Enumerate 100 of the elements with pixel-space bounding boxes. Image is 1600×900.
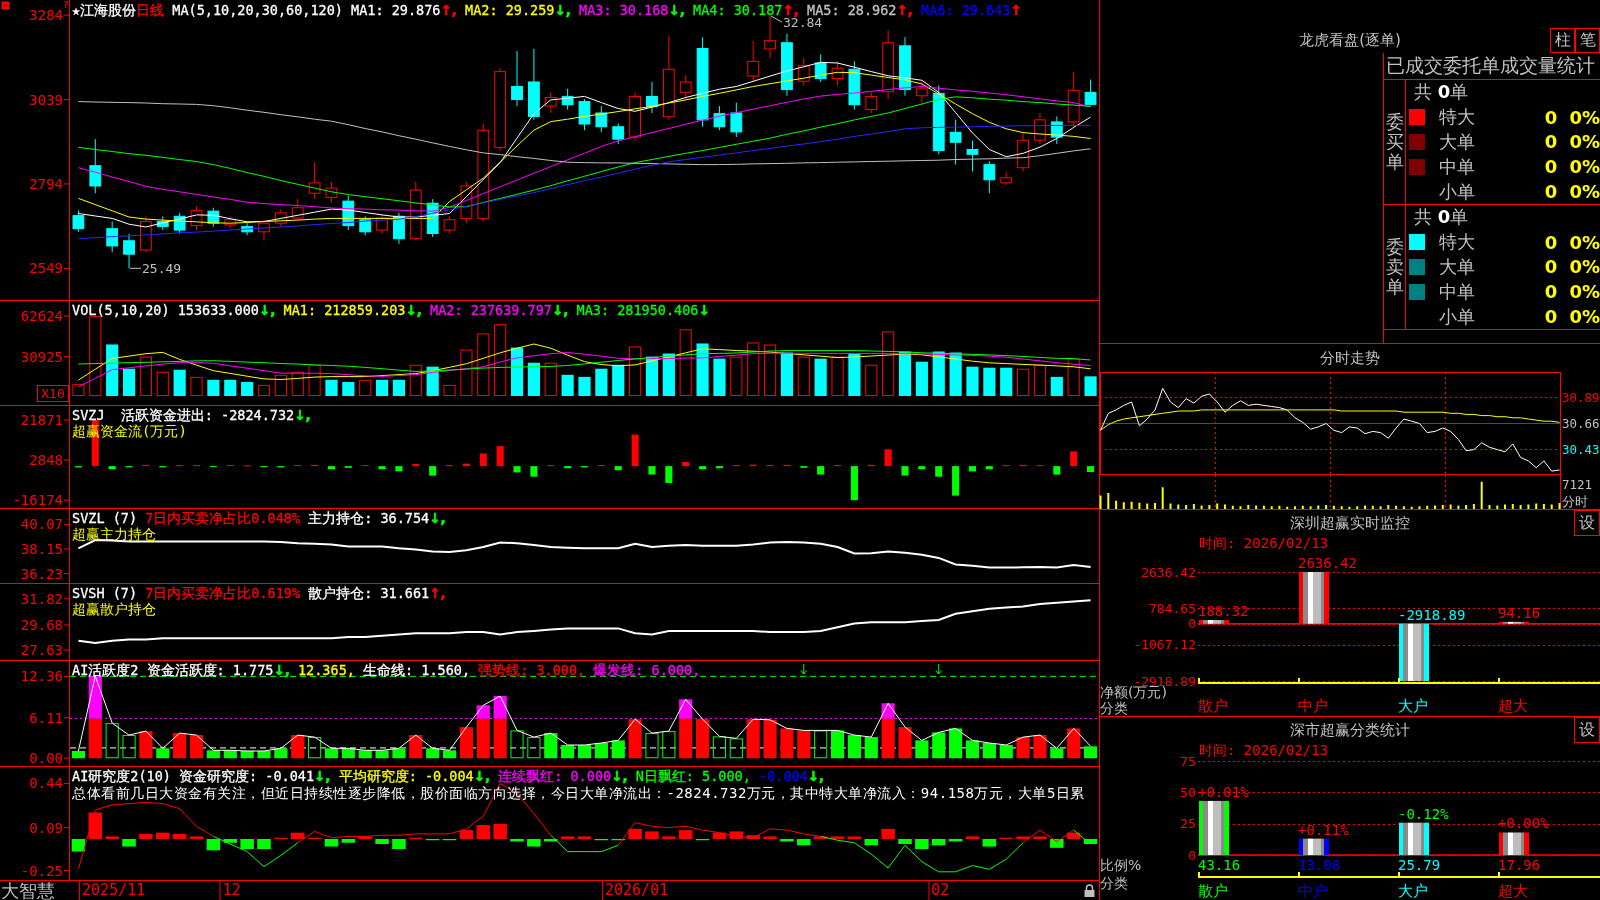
axis-label: 6.11 (29, 709, 63, 726)
order-percent: 0% (1569, 181, 1600, 203)
leader-line (129, 267, 142, 269)
category-label: 大户 (1398, 882, 1428, 900)
indicator-legend: ↓, (258, 302, 276, 318)
order-count: 0 (1544, 306, 1558, 328)
axis-label: 25 (1180, 816, 1196, 832)
candle (966, 140, 979, 173)
indicator-title: 超赢散户持仓 (72, 601, 156, 617)
side-label: 委买单 (1385, 112, 1404, 172)
value-label: 13.08 (1298, 857, 1341, 873)
candle (1050, 115, 1063, 145)
axis-label: 50 (1180, 784, 1196, 800)
order-size-label: 大单 (1439, 130, 1475, 154)
view-mode-button[interactable]: 柱 (1550, 28, 1575, 53)
order-count: 0 (1544, 231, 1558, 253)
candle (781, 33, 793, 97)
side-label: 委卖单 (1385, 237, 1404, 297)
axis-label: 40.07 (20, 516, 63, 533)
value-label: 25.79 (1398, 857, 1441, 873)
candle (1034, 112, 1046, 145)
indicator-legend: N日飘红: 5.000, (627, 768, 751, 784)
indicator-legend: AI活跃度2 资金活跃度: 1.775 (72, 662, 274, 678)
indicator-legend: ↓, (807, 768, 825, 784)
order-count: 0 (1544, 106, 1558, 128)
axis-label: 38.15 (20, 540, 63, 557)
volume-caption: 分时 (1562, 493, 1588, 509)
candle (814, 53, 827, 83)
indicator-legend: MA1: 212859.203 (275, 302, 406, 318)
candle (1067, 71, 1080, 128)
indicator-legend: 爆发线: 6.000, (585, 662, 701, 678)
change-label: -0.12% (1398, 805, 1449, 822)
axis-label: 12.36 (20, 668, 63, 685)
indicator-legend: ↓, (473, 768, 491, 784)
indicator-legend: MA3: 30.168 (570, 2, 669, 18)
axis-label: 0.00 (29, 750, 63, 767)
view-mode-button[interactable]: 笔 (1575, 28, 1600, 53)
order-size-label: 特大 (1439, 105, 1475, 130)
order-count: 0 (1544, 156, 1558, 178)
date-label: 2025/11 (79, 881, 146, 900)
value-label: 2636.42 (1298, 555, 1357, 571)
candle (1017, 133, 1029, 173)
axis-label: 0.09 (29, 819, 63, 836)
indicator-legend: SVZJ 活跃资金进出: -2824.732 (72, 407, 295, 423)
candle (1000, 171, 1013, 186)
axis-label: 30.66 (1562, 416, 1600, 431)
axis-label: 3039 (29, 91, 63, 108)
order-percent: 0% (1569, 256, 1600, 278)
change-label: +0.11% (1298, 821, 1349, 838)
indicator-legend: MA5: 28.962 (798, 2, 897, 18)
candle (443, 215, 456, 234)
category-label: 中户 (1298, 882, 1328, 900)
order-total: 共 0单 (1413, 205, 1469, 230)
candle (764, 14, 776, 59)
category-label: 中户 (1298, 697, 1328, 715)
unit-multiplier: X10 (37, 385, 69, 402)
settings-button[interactable]: 设 (1574, 717, 1600, 743)
value-label: 17.96 (1498, 857, 1541, 873)
candle (679, 74, 692, 100)
axis-title: 分类 (1100, 875, 1128, 891)
date-label: 12 (219, 881, 241, 900)
candle (747, 40, 760, 83)
indicator-legend: 7日内买卖净占比0.619% (145, 585, 301, 601)
settings-button[interactable]: 设 (1574, 510, 1600, 536)
axis-label: 0 (1188, 616, 1196, 632)
indicator-legend: MA4: 30.187 (684, 2, 783, 18)
order-percent: 0% (1569, 156, 1600, 178)
indicator-legend: 生命线: 1.560, (354, 662, 471, 678)
candle (291, 198, 304, 221)
candle (646, 81, 658, 114)
indicator-legend: SVZL (7) (72, 510, 146, 526)
candle (561, 88, 574, 111)
indicator-title: 超赢主力持仓 (72, 526, 156, 542)
candle (258, 219, 270, 241)
indicator-legend: 12.365, (289, 662, 355, 678)
order-count: 0 (1544, 181, 1558, 203)
category-label: 散户 (1198, 697, 1228, 715)
order-size-label: 大单 (1439, 255, 1475, 279)
axis-label: -1067.12 (1133, 637, 1196, 653)
order-count: 0 (1544, 131, 1558, 153)
panel-title: 分时走势 (1320, 348, 1380, 368)
candle (713, 105, 726, 131)
indicator-legend: ↑, (440, 2, 457, 18)
low-price-label: 25.49 (142, 260, 182, 276)
date-label: 02 (928, 881, 950, 900)
value-label: 43.16 (1198, 857, 1241, 873)
indicator-legend: MA6: 29.643 (912, 2, 1011, 18)
axis-label: 30.89 (1562, 389, 1600, 405)
candle (325, 181, 338, 204)
order-size-label: 特大 (1439, 230, 1475, 255)
order-size-label: 小单 (1439, 179, 1475, 204)
order-size-label: 中单 (1439, 279, 1475, 304)
axis-title: 比例% (1100, 857, 1142, 873)
indicator-legend: 主力持仓: 36.754 (300, 510, 430, 526)
candle (916, 81, 928, 104)
indicator-legend: ↓, (611, 768, 628, 784)
order-size-label: 小单 (1439, 304, 1475, 329)
candle (156, 215, 169, 231)
candle (393, 212, 405, 245)
candle (224, 215, 237, 229)
